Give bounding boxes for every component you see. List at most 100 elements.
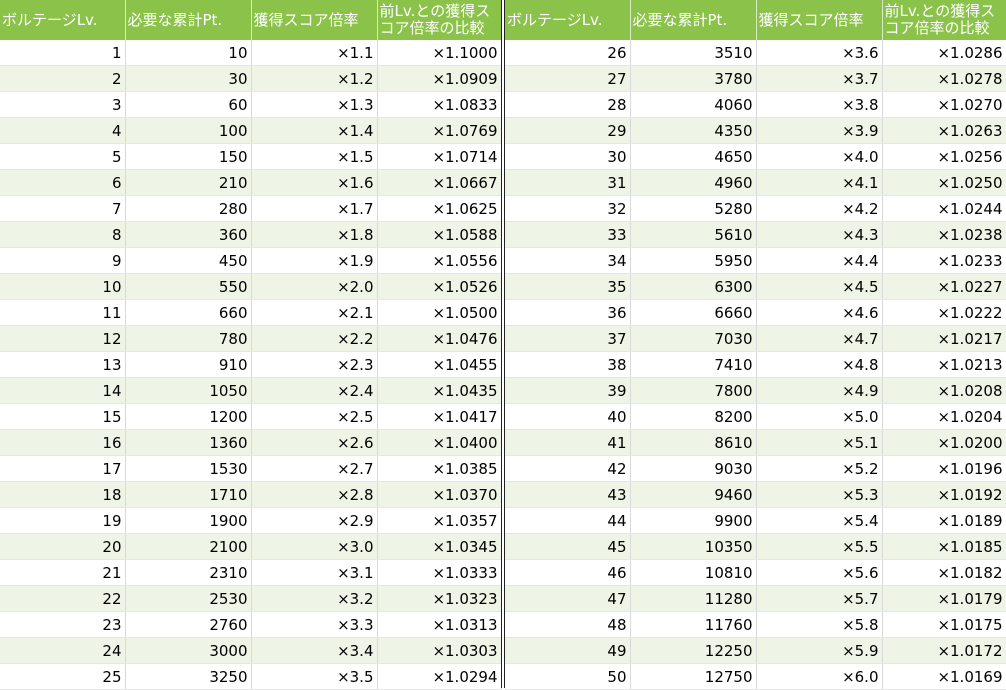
table-right: ボルテージLv. 必要な累計Pt. 獲得スコア倍率 前Lv.との獲得スコア倍率の…: [505, 0, 1006, 690]
cell-voltage-lv: 18: [0, 481, 126, 508]
table-body-left: 1 10 ×1.1 ×1.1000 2 30 ×1.2 ×1.0909 3 60 ×1.3 ×1.08…: [0, 40, 502, 690]
table-row: 42 9030 ×5.2 ×1.0196: [505, 455, 1006, 482]
cell-voltage-lv: 13: [0, 351, 126, 378]
table-row: 11 660 ×2.1 ×1.0500: [0, 299, 502, 326]
cell-ratio-vs-prev: ×1.0476: [377, 325, 502, 352]
header-ratio-vs-prev: 前Lv.との獲得スコア倍率の比較: [882, 0, 1006, 40]
cell-required-pt: 60: [125, 91, 252, 118]
cell-voltage-lv: 40: [505, 403, 631, 430]
cell-score-multiplier: ×2.6: [251, 429, 378, 456]
table-row: 38 7410 ×4.8 ×1.0213: [505, 351, 1006, 378]
cell-score-multiplier: ×1.8: [251, 221, 378, 248]
cell-required-pt: 10810: [630, 559, 757, 586]
cell-ratio-vs-prev: ×1.0667: [377, 169, 502, 196]
cell-required-pt: 1900: [125, 507, 252, 534]
table-row: 44 9900 ×5.4 ×1.0189: [505, 507, 1006, 534]
cell-ratio-vs-prev: ×1.0278: [882, 65, 1006, 92]
cell-voltage-lv: 39: [505, 377, 631, 404]
cell-ratio-vs-prev: ×1.0526: [377, 273, 502, 300]
cell-score-multiplier: ×2.8: [251, 481, 378, 508]
cell-ratio-vs-prev: ×1.0345: [377, 533, 502, 560]
cell-ratio-vs-prev: ×1.0769: [377, 117, 502, 144]
cell-required-pt: 12750: [630, 663, 757, 690]
cell-required-pt: 280: [125, 195, 252, 222]
cell-required-pt: 2760: [125, 611, 252, 638]
header-row: ボルテージLv. 必要な累計Pt. 獲得スコア倍率 前Lv.との獲得スコア倍率の…: [0, 0, 502, 40]
cell-required-pt: 2100: [125, 533, 252, 560]
cell-ratio-vs-prev: ×1.0244: [882, 195, 1006, 222]
cell-required-pt: 450: [125, 247, 252, 274]
cell-ratio-vs-prev: ×1.0385: [377, 455, 502, 482]
cell-ratio-vs-prev: ×1.0263: [882, 117, 1006, 144]
cell-voltage-lv: 25: [0, 663, 126, 690]
cell-ratio-vs-prev: ×1.0204: [882, 403, 1006, 430]
cell-required-pt: 3510: [630, 40, 757, 66]
cell-voltage-lv: 20: [0, 533, 126, 560]
table-row: 8 360 ×1.8 ×1.0588: [0, 221, 502, 248]
cell-score-multiplier: ×5.9: [756, 637, 883, 664]
cell-score-multiplier: ×3.5: [251, 663, 378, 690]
header-score-multiplier: 獲得スコア倍率: [756, 0, 883, 40]
table-row: 41 8610 ×5.1 ×1.0200: [505, 429, 1006, 456]
cell-ratio-vs-prev: ×1.0233: [882, 247, 1006, 274]
cell-required-pt: 1530: [125, 455, 252, 482]
table-row: 50 12750 ×6.0 ×1.0169: [505, 663, 1006, 690]
cell-voltage-lv: 37: [505, 325, 631, 352]
cell-score-multiplier: ×3.0: [251, 533, 378, 560]
cell-required-pt: 4960: [630, 169, 757, 196]
cell-ratio-vs-prev: ×1.0370: [377, 481, 502, 508]
cell-voltage-lv: 50: [505, 663, 631, 690]
cell-voltage-lv: 35: [505, 273, 631, 300]
cell-voltage-lv: 4: [0, 117, 126, 144]
table-row: 39 7800 ×4.9 ×1.0208: [505, 377, 1006, 404]
cell-ratio-vs-prev: ×1.0455: [377, 351, 502, 378]
cell-ratio-vs-prev: ×1.0714: [377, 143, 502, 170]
cell-score-multiplier: ×1.1: [251, 40, 378, 66]
cell-required-pt: 780: [125, 325, 252, 352]
cell-voltage-lv: 15: [0, 403, 126, 430]
cell-ratio-vs-prev: ×1.0179: [882, 585, 1006, 612]
cell-required-pt: 150: [125, 143, 252, 170]
cell-ratio-vs-prev: ×1.0556: [377, 247, 502, 274]
cell-voltage-lv: 3: [0, 91, 126, 118]
cell-required-pt: 2310: [125, 559, 252, 586]
header-ratio-vs-prev: 前Lv.との獲得スコア倍率の比較: [377, 0, 502, 40]
cell-required-pt: 4060: [630, 91, 757, 118]
cell-voltage-lv: 10: [0, 273, 126, 300]
table-row: 10 550 ×2.0 ×1.0526: [0, 273, 502, 300]
cell-ratio-vs-prev: ×1.0303: [377, 637, 502, 664]
cell-ratio-vs-prev: ×1.0500: [377, 299, 502, 326]
cell-voltage-lv: 46: [505, 559, 631, 586]
table-row: 6 210 ×1.6 ×1.0667: [0, 169, 502, 196]
cell-ratio-vs-prev: ×1.0333: [377, 559, 502, 586]
cell-score-multiplier: ×4.9: [756, 377, 883, 404]
cell-score-multiplier: ×3.8: [756, 91, 883, 118]
cell-score-multiplier: ×5.5: [756, 533, 883, 560]
table-row: 3 60 ×1.3 ×1.0833: [0, 91, 502, 118]
cell-required-pt: 550: [125, 273, 252, 300]
cell-score-multiplier: ×2.9: [251, 507, 378, 534]
table-row: 31 4960 ×4.1 ×1.0250: [505, 169, 1006, 196]
header-voltage-lv: ボルテージLv.: [0, 0, 126, 40]
cell-score-multiplier: ×1.3: [251, 91, 378, 118]
cell-score-multiplier: ×4.6: [756, 299, 883, 326]
cell-voltage-lv: 43: [505, 481, 631, 508]
cell-voltage-lv: 23: [0, 611, 126, 638]
cell-required-pt: 3780: [630, 65, 757, 92]
cell-score-multiplier: ×4.7: [756, 325, 883, 352]
table-row: 20 2100 ×3.0 ×1.0345: [0, 533, 502, 560]
cell-score-multiplier: ×5.1: [756, 429, 883, 456]
table-row: 25 3250 ×3.5 ×1.0294: [0, 663, 502, 690]
cell-voltage-lv: 7: [0, 195, 126, 222]
cell-ratio-vs-prev: ×1.0182: [882, 559, 1006, 586]
cell-required-pt: 5280: [630, 195, 757, 222]
cell-voltage-lv: 14: [0, 377, 126, 404]
cell-ratio-vs-prev: ×1.0200: [882, 429, 1006, 456]
cell-voltage-lv: 28: [505, 91, 631, 118]
cell-score-multiplier: ×5.4: [756, 507, 883, 534]
table-row: 21 2310 ×3.1 ×1.0333: [0, 559, 502, 586]
cell-required-pt: 3000: [125, 637, 252, 664]
cell-ratio-vs-prev: ×1.0169: [882, 663, 1006, 690]
cell-score-multiplier: ×1.2: [251, 65, 378, 92]
cell-voltage-lv: 48: [505, 611, 631, 638]
